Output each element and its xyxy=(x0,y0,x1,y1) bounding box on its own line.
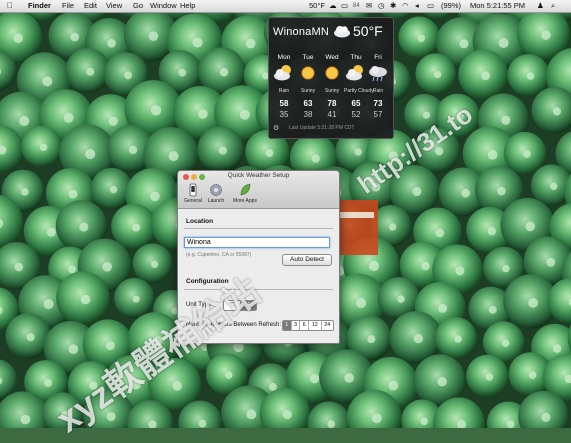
rain-icon xyxy=(369,66,387,82)
window-title: Quick Weather Setup xyxy=(227,172,290,179)
mail-icon[interactable]: ✉ xyxy=(366,1,372,11)
forecast-condition: Sunny xyxy=(300,88,316,94)
leaf-icon xyxy=(240,183,251,196)
gear-icon[interactable]: ⚙ xyxy=(273,124,279,132)
refresh-1h[interactable]: 1 xyxy=(283,321,292,330)
menu-edit[interactable]: Edit xyxy=(84,1,97,11)
toolbar-more-apps[interactable]: More Apps xyxy=(230,183,260,204)
phone-switch-icon xyxy=(189,183,197,197)
volume-icon[interactable]: ◂ xyxy=(415,1,419,11)
refresh-6h[interactable]: 6 xyxy=(300,321,310,330)
window-titlebar[interactable]: Quick Weather Setup General Launch More … xyxy=(178,171,339,209)
sun-icon xyxy=(301,66,315,80)
location-hint: (e.g. Cupertino, CA or 55987) xyxy=(186,252,252,258)
weather-widget[interactable]: WinonaMN 50°F Mon Rain 58 35 Tue Sunny 63 38 Wed… xyxy=(268,17,394,139)
toolbar-more-apps-label: More Apps xyxy=(233,198,257,204)
forecast-low: 35 xyxy=(279,110,289,119)
menu-view[interactable]: View xyxy=(106,1,122,11)
menu-file[interactable]: File xyxy=(62,1,74,11)
toolbar-general[interactable]: General xyxy=(182,183,204,204)
weather-current-temp: 50°F xyxy=(353,23,383,39)
forecast-high: 65 xyxy=(351,99,361,108)
refresh-3h[interactable]: 3 xyxy=(292,321,301,330)
forecast-low: 41 xyxy=(327,110,337,119)
menubar-weather-temp[interactable]: 50°F xyxy=(309,1,325,11)
cpu-temp-icon[interactable]: 84 xyxy=(353,1,360,11)
forecast-low: 57 xyxy=(373,110,383,119)
weather-updated-time: Last Update 5:21:28 PM CDT xyxy=(289,125,355,131)
forecast-condition: Partly Cloudy xyxy=(344,88,374,94)
refresh-hours-segmented[interactable]: 1 3 6 12 24 xyxy=(282,320,334,331)
toolbar-general-label: General xyxy=(184,198,202,204)
toolbar-launch-label: Launch xyxy=(207,198,225,204)
cloud-sun-icon xyxy=(274,65,291,81)
apple-menu-icon[interactable]:  xyxy=(7,1,13,11)
battery-percent[interactable]: (99%) xyxy=(441,1,461,11)
menu-window[interactable]: Window xyxy=(150,1,177,11)
menubar-clock[interactable]: Mon 5:21:55 PM xyxy=(470,1,525,11)
refresh-24h[interactable]: 24 xyxy=(322,321,333,330)
location-divider xyxy=(184,228,333,229)
spotlight-search-icon[interactable]: ⌕ xyxy=(551,1,555,11)
forecast-condition: Rain xyxy=(372,88,384,94)
cloud-status-icon[interactable]: ☁ xyxy=(329,1,337,11)
forecast-high: 58 xyxy=(279,99,289,108)
menu-app-name[interactable]: Finder xyxy=(28,1,51,11)
time-machine-icon[interactable]: ◷ xyxy=(378,1,385,11)
menu-help[interactable]: Help xyxy=(180,1,195,11)
forecast-condition: Sunny xyxy=(324,88,340,94)
gear-icon xyxy=(210,184,222,196)
forecast-high: 78 xyxy=(327,99,337,108)
cloud-icon xyxy=(334,26,350,38)
forecast-condition: Rain xyxy=(278,88,290,94)
forecast-day: Thu xyxy=(350,54,362,61)
forecast-high: 63 xyxy=(303,99,313,108)
forecast-day: Tue xyxy=(302,54,314,61)
forecast-day: Wed xyxy=(325,54,339,61)
menu-bar:  Finder File Edit View Go Window Help 5… xyxy=(0,0,571,13)
forecast-low: 52 xyxy=(351,110,361,119)
menu-go[interactable]: Go xyxy=(133,1,143,11)
forecast-day: Fri xyxy=(374,54,382,61)
toolbar-launch[interactable]: Launch xyxy=(205,183,227,204)
location-heading: Location xyxy=(186,218,214,225)
refresh-12h[interactable]: 12 xyxy=(309,321,322,330)
location-input[interactable] xyxy=(184,237,330,248)
forecast-low: 38 xyxy=(303,110,313,119)
battery-icon[interactable]: ▭ xyxy=(427,1,434,11)
display-icon[interactable]: ▭ xyxy=(341,1,348,11)
cloud-sun-icon xyxy=(346,65,363,81)
forecast-day: Mon xyxy=(277,54,291,61)
sun-icon xyxy=(325,66,339,80)
auto-detect-button[interactable]: Auto Detect xyxy=(282,254,332,266)
wifi-icon[interactable]: ◠ xyxy=(402,1,409,11)
user-icon[interactable]: ♟ xyxy=(537,1,544,11)
weather-city: WinonaMN xyxy=(273,26,330,38)
forecast-high: 73 xyxy=(373,99,383,108)
bluetooth-icon[interactable]: ✱ xyxy=(390,1,396,11)
